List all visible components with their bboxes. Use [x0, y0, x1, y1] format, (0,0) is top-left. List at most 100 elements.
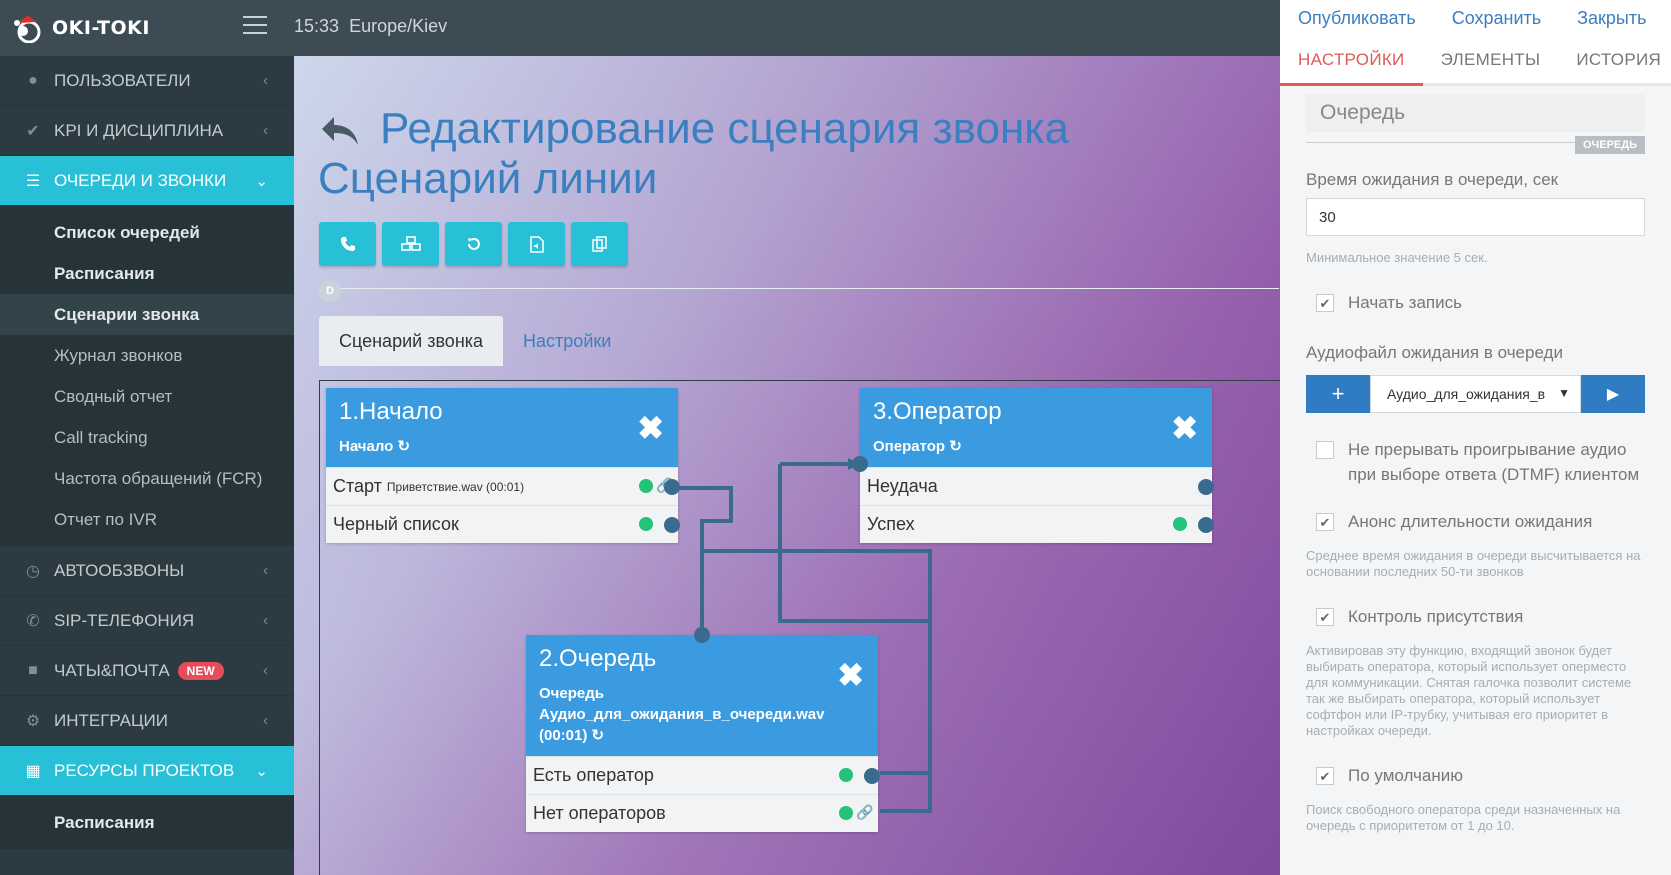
close-icon[interactable]: ✖ — [1171, 412, 1198, 444]
sidebar-item-integrations[interactable]: ⚙ ИНТЕГРАЦИИ ‹ — [0, 696, 294, 746]
copy-button[interactable] — [571, 222, 628, 266]
default-checkbox[interactable]: ✔ — [1316, 767, 1334, 785]
output-port[interactable] — [664, 479, 680, 495]
sidebar-subitem[interactable]: Расписания — [0, 802, 294, 843]
sidebar-subitem[interactable]: Журнал звонков — [0, 335, 294, 376]
node-output-row: Есть оператор — [526, 756, 880, 794]
panel-actions: Опубликовать Сохранить Закрыть — [1280, 0, 1671, 36]
wait-time-field[interactable] — [1306, 198, 1645, 236]
sidebar-item-autodial[interactable]: ◷ АВТООБЗВОНЫ ‹ — [0, 546, 294, 596]
node-subtitle: Очередь Аудио_для_ожидания_в_очереди.wav… — [539, 685, 825, 744]
sidebar-item-resources[interactable]: ▦ РЕСУРСЫ ПРОЕКТОВ ⌄ — [0, 746, 294, 796]
sidebar-item-kpi[interactable]: ✔ KPI И ДИСЦИПЛИНА ‹ — [0, 106, 294, 156]
chevron-left-icon: ‹ — [263, 612, 268, 629]
undo-icon — [467, 238, 480, 250]
node-start[interactable]: 1.Начало Начало ↻ ✖ Старт Приветствие.wa… — [326, 388, 680, 543]
refresh-icon[interactable]: ↻ — [592, 727, 605, 744]
chevron-left-icon: ‹ — [263, 562, 268, 579]
announce-checkbox[interactable]: ✔ — [1316, 513, 1334, 531]
chat-icon: ■ — [28, 661, 38, 679]
chevron-down-icon: ▼ — [1558, 386, 1570, 400]
menu-toggle-icon[interactable] — [243, 16, 267, 36]
list-icon: ☰ — [25, 172, 41, 190]
sidebar-subitem[interactable]: Список очередей — [0, 212, 294, 253]
add-operator-button[interactable] — [319, 222, 376, 266]
tab-panel-history[interactable]: ИСТОРИЯ — [1558, 36, 1671, 83]
add-redirect-button[interactable] — [445, 222, 502, 266]
output-label: Черный список — [333, 514, 459, 534]
node-subtitle: Оператор ↻ — [873, 438, 962, 455]
add-audio-button[interactable]: + — [1306, 375, 1370, 413]
output-note: Приветствие.wav (00:01) — [386, 479, 525, 494]
no-interrupt-option: Не прерывать проигрывание аудио при выбо… — [1306, 437, 1645, 487]
status-dot — [639, 517, 653, 531]
logo[interactable]: OKI-TOKI — [12, 10, 150, 46]
clock: 15:33 Europe/Kiev — [294, 16, 447, 37]
time: 15:33 — [294, 16, 340, 36]
input-port[interactable] — [694, 627, 710, 643]
gears-icon: ⚙ — [25, 712, 41, 730]
phone-icon — [340, 237, 355, 251]
tab-panel-elements[interactable]: ЭЛЕМЕНТЫ — [1423, 36, 1559, 83]
element-name-field[interactable] — [1306, 94, 1645, 132]
scenario-canvas[interactable]: 1.Начало Начало ↻ ✖ Старт Приветствие.wa… — [319, 380, 1280, 875]
wait-time-hint: Минимальное значение 5 сек. — [1306, 250, 1488, 265]
chevron-left-icon: ‹ — [263, 122, 268, 139]
output-port[interactable] — [864, 768, 880, 784]
sidebar-item-sip[interactable]: ✆ SIP-ТЕЛЕФОНИЯ ‹ — [0, 596, 294, 646]
output-port[interactable] — [664, 517, 680, 533]
announce-hint: Среднее время ожидания в очереди высчиты… — [1306, 548, 1641, 579]
add-audio-button[interactable] — [508, 222, 565, 266]
node-queue[interactable]: 2.Очередь Очередь Аудио_для_ожидания_в_о… — [526, 627, 880, 832]
close-link[interactable]: Закрыть — [1577, 8, 1646, 29]
sidebar-subitem-active[interactable]: Сценарии звонка — [0, 294, 294, 335]
save-link[interactable]: Сохранить — [1452, 8, 1541, 29]
node-output-row: Старт Приветствие.wav (00:01) 🔗 — [326, 467, 680, 505]
presence-option: ✔ Контроль присутствия — [1306, 604, 1645, 629]
output-port[interactable] — [1198, 517, 1214, 533]
sidebar-item-label: ОЧЕРЕДИ И ЗВОНКИ — [54, 170, 227, 190]
sidebar-item-chats[interactable]: ■ ЧАТЫ&ПОЧТА NEW ‹ — [0, 646, 294, 696]
default-hint: Поиск свободного оператора среди назначе… — [1306, 802, 1621, 833]
node-output-row: Нет операторов 🔗 — [526, 794, 878, 832]
input-port[interactable] — [852, 456, 868, 472]
tab-settings[interactable]: Настройки — [503, 316, 631, 366]
output-port[interactable] — [1198, 479, 1214, 495]
audio-label: Аудиофайл ожидания в очереди — [1306, 343, 1563, 362]
content-tabs: Сценарий звонка Настройки — [319, 316, 631, 366]
sidebar-subitem[interactable]: Расписания — [0, 253, 294, 294]
play-audio-button[interactable]: ▶ — [1581, 375, 1645, 413]
sidebar-item-users[interactable]: ● ПОЛЬЗОВАТЕЛИ ‹ — [0, 56, 294, 106]
add-queue-button[interactable] — [382, 222, 439, 266]
audio-select[interactable]: Аудио_для_ожидания_в ▼ — [1370, 375, 1581, 413]
refresh-icon[interactable]: ↻ — [398, 438, 411, 455]
sidebar-subitem[interactable]: Сводный отчет — [0, 376, 294, 417]
status-dot — [839, 806, 853, 820]
announce-option: ✔ Анонс длительности ожидания — [1306, 509, 1645, 534]
refresh-icon[interactable]: ↻ — [949, 438, 962, 455]
publish-link[interactable]: Опубликовать — [1298, 8, 1416, 29]
node-operator[interactable]: 3.Оператор Оператор ↻ ✖ Неудача Успех — [852, 388, 1214, 543]
back-arrow-icon[interactable] — [318, 113, 362, 149]
resources-submenu: Расписания — [0, 796, 294, 849]
close-icon[interactable]: ✖ — [837, 659, 864, 691]
tab-call-scenario[interactable]: Сценарий звонка — [319, 316, 504, 366]
node-header: 1.Начало Начало ↻ ✖ — [326, 388, 678, 467]
close-icon[interactable]: ✖ — [637, 412, 664, 444]
record-checkbox[interactable]: ✔ — [1316, 294, 1334, 312]
sidebar-subitem[interactable]: Частота обращений (FCR) — [0, 458, 294, 499]
main-content: Редактирование сценария звонка Сценарий … — [294, 56, 1280, 875]
node-header: 2.Очередь Очередь Аудио_для_ожидания_в_о… — [526, 635, 878, 756]
sidebar-item-queues[interactable]: ☰ ОЧЕРЕДИ И ЗВОНКИ ⌄ — [0, 156, 294, 206]
sidebar-subitem[interactable]: Call tracking — [0, 417, 294, 458]
link-icon[interactable]: 🔗 — [856, 804, 873, 821]
clock-icon: ◷ — [26, 562, 40, 580]
queues-submenu: Список очередей Расписания Сценарии звон… — [0, 206, 294, 546]
sidebar-item-label: ЧАТЫ&ПОЧТА — [54, 660, 170, 680]
tab-panel-settings[interactable]: НАСТРОЙКИ — [1280, 36, 1423, 86]
presence-checkbox[interactable]: ✔ — [1316, 608, 1334, 626]
timezone: Europe/Kiev — [349, 16, 448, 36]
default-label: По умолчанию — [1348, 766, 1463, 785]
no-interrupt-checkbox[interactable] — [1316, 441, 1334, 459]
sidebar-subitem[interactable]: Отчет по IVR — [0, 499, 294, 540]
